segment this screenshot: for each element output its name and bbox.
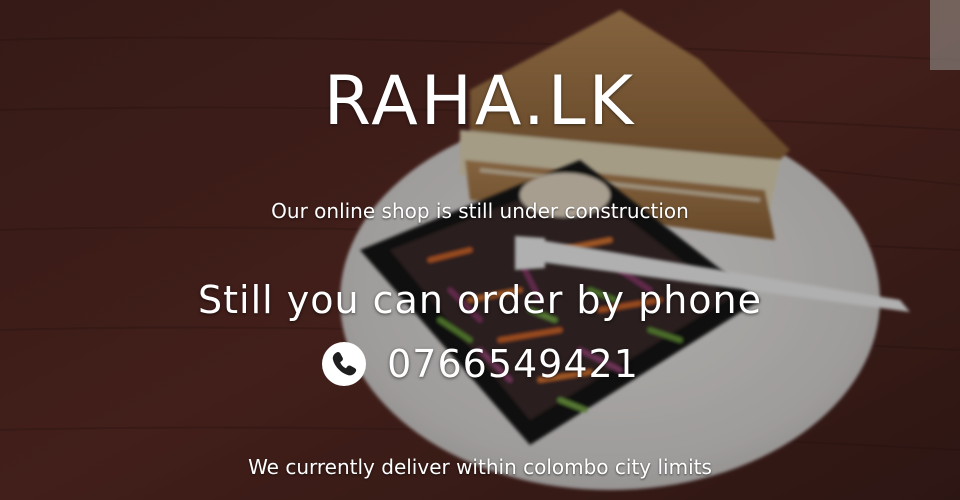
order-heading: Still you can order by phone bbox=[197, 278, 763, 322]
hero-content: RAHA.LK Our online shop is still under c… bbox=[0, 0, 960, 500]
brand-title: RAHA.LK bbox=[323, 62, 637, 141]
construction-notice: Our online shop is still under construct… bbox=[271, 199, 689, 223]
landing-page: RAHA.LK Our online shop is still under c… bbox=[0, 0, 960, 500]
phone-icon bbox=[322, 342, 367, 386]
delivery-note: We currently deliver within colombo city… bbox=[248, 455, 712, 479]
phone-number[interactable]: 0766549421 bbox=[387, 340, 639, 388]
phone-contact[interactable]: 0766549421 bbox=[0, 336, 960, 392]
